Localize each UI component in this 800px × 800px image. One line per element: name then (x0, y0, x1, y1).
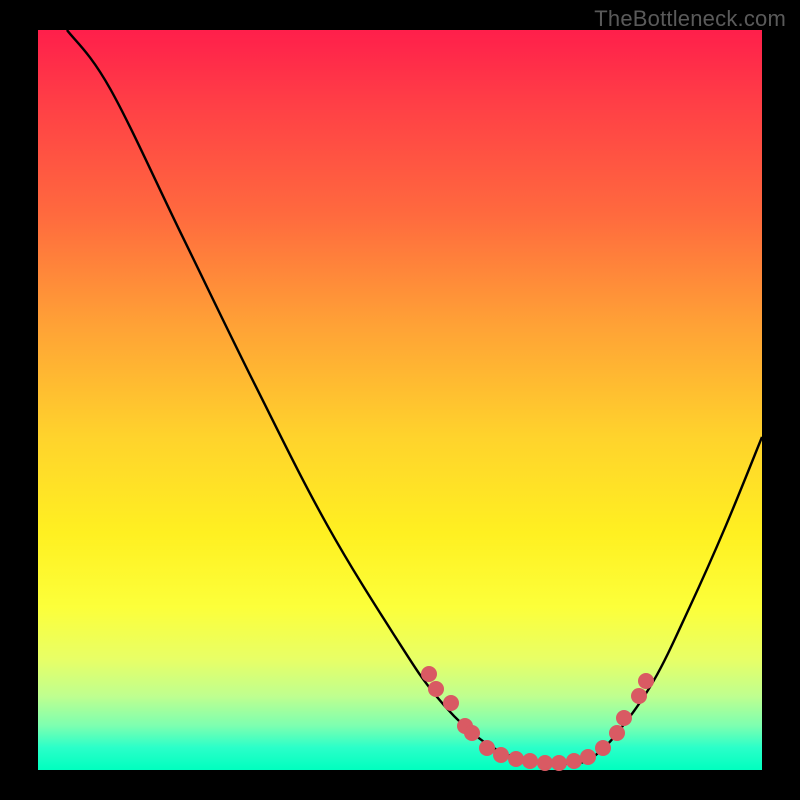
curve-path (67, 30, 762, 764)
data-dot (443, 695, 459, 711)
data-dot (551, 755, 567, 771)
data-dot (631, 688, 647, 704)
watermark-text: TheBottleneck.com (594, 6, 786, 32)
plot-area (38, 30, 762, 770)
chart-frame: TheBottleneck.com (0, 0, 800, 800)
data-dot (428, 681, 444, 697)
bottleneck-curve (38, 30, 762, 770)
data-dot (580, 749, 596, 765)
data-dot (421, 666, 437, 682)
data-dot (595, 740, 611, 756)
